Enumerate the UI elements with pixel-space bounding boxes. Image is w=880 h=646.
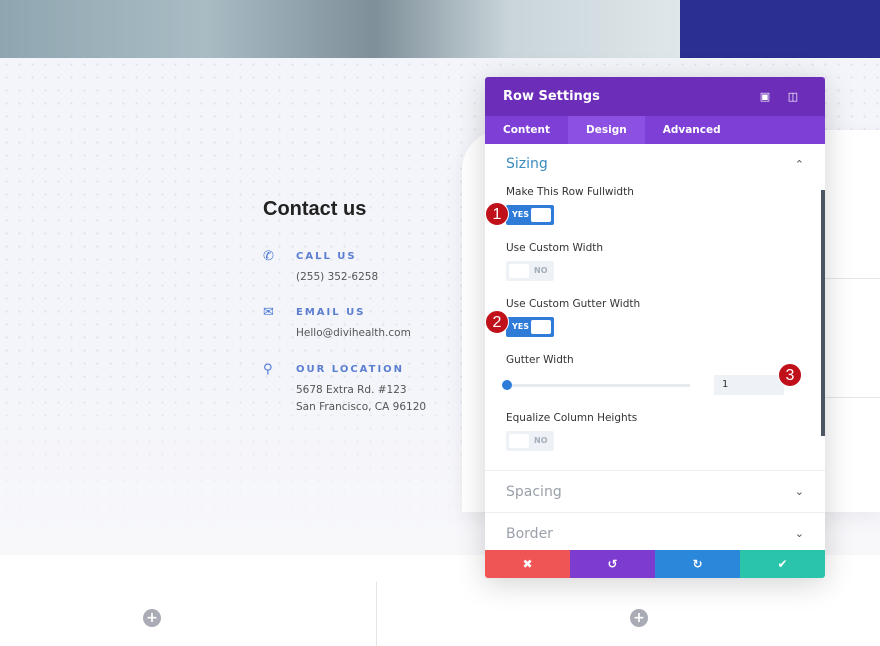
step-badge: 2: [485, 310, 509, 334]
tab-design[interactable]: Design: [568, 116, 645, 144]
chevron-up-icon: ⌃: [794, 157, 804, 171]
tab-content[interactable]: Content: [485, 116, 568, 144]
tab-advanced[interactable]: Advanced: [645, 116, 739, 144]
call-us-label: CALL US: [296, 251, 357, 262]
gutter-width-input[interactable]: 1: [714, 375, 784, 395]
column-divider: [376, 582, 377, 646]
custom-width-toggle[interactable]: NO: [506, 261, 554, 281]
equalize-columns-toggle[interactable]: NO: [506, 431, 554, 451]
slider-handle[interactable]: [502, 379, 512, 390]
cancel-button[interactable]: ✖: [485, 550, 570, 578]
gutter-width-slider[interactable]: [502, 379, 690, 390]
phone-icon: ✆: [263, 249, 274, 264]
border-section[interactable]: Border ⌄: [485, 512, 825, 554]
fullwidth-toggle[interactable]: YES: [506, 205, 554, 225]
map-pin-icon: ⚲: [263, 362, 273, 377]
chevron-down-icon: ⌄: [794, 527, 804, 540]
add-module-button[interactable]: +: [143, 609, 161, 627]
hero-photo: [0, 0, 680, 58]
save-button[interactable]: ✔: [740, 550, 825, 578]
spacing-section[interactable]: Spacing ⌄: [485, 470, 825, 512]
contact-title: Contact us: [263, 198, 367, 220]
fullscreen-icon[interactable]: ▣: [751, 90, 779, 103]
modal-tabs: Content Design Advanced: [485, 116, 825, 144]
hero-navy-block: [680, 0, 880, 58]
envelope-icon: ✉: [263, 305, 274, 320]
modal-title: Row Settings: [503, 89, 600, 104]
email-address: Hello@divihealth.com: [296, 327, 411, 339]
row-settings-modal: Row Settings ▣ ◫ Content Design Advanced…: [485, 77, 825, 578]
location-label: OUR LOCATION: [296, 364, 405, 375]
phone-number: (255) 352-6258: [296, 271, 379, 283]
chevron-down-icon: ⌄: [794, 485, 804, 498]
redo-button[interactable]: ↻: [655, 550, 740, 578]
undo-button[interactable]: ↺: [570, 550, 655, 578]
sizing-header[interactable]: Sizing ⌃: [506, 144, 804, 184]
address-line-1: 5678 Extra Rd. #123: [296, 384, 407, 396]
address-line-2: San Francisco, CA 96120: [296, 401, 427, 413]
modal-header: Row Settings ▣ ◫: [485, 77, 825, 116]
scrollbar[interactable]: [821, 190, 825, 436]
sidebar-layout-icon[interactable]: ◫: [779, 90, 807, 103]
add-module-button[interactable]: +: [630, 609, 648, 627]
step-badge: 3: [778, 363, 802, 387]
email-us-label: EMAIL US: [296, 307, 366, 318]
sizing-section: Sizing ⌃ Make This Row Fullwidth YES Use …: [485, 144, 825, 451]
step-badge: 1: [485, 202, 509, 226]
custom-gutter-toggle[interactable]: YES: [506, 317, 554, 337]
modal-footer: ✖ ↺ ↻ ✔: [485, 550, 825, 578]
